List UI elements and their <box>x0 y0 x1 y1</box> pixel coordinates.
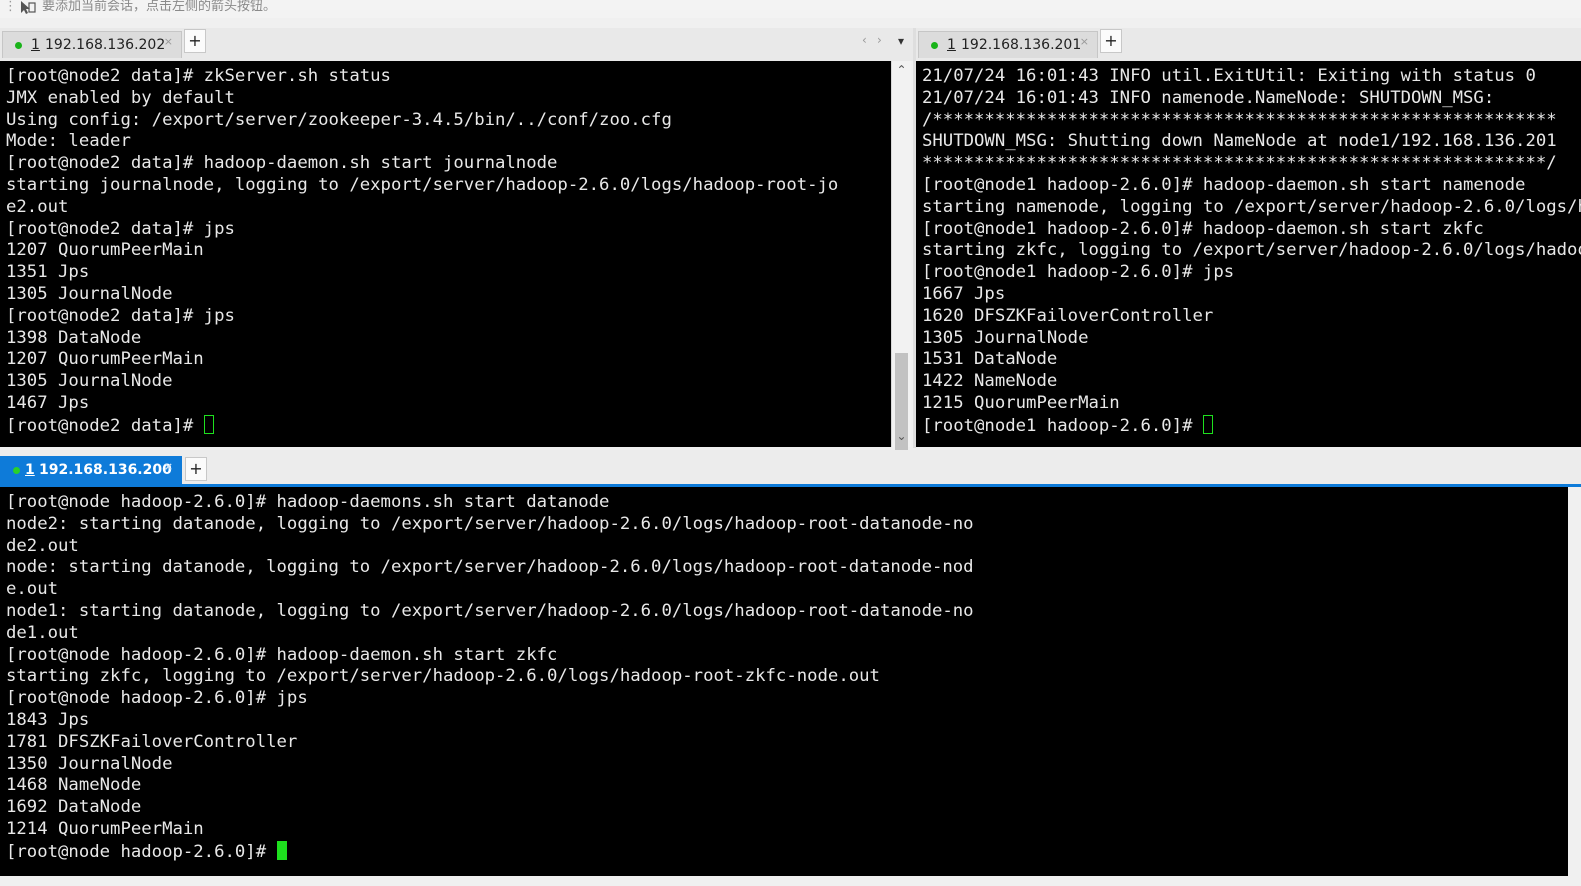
terminal-line: [root@node2 data]# zkServer.sh status <box>6 66 391 86</box>
tab-number: 1 <box>25 462 35 478</box>
prompt-text: [root@node hadoop-2.6.0]# <box>6 841 277 862</box>
terminal-line: 1843 Jps <box>6 709 90 730</box>
tabbar-top-left: 1 192.168.136.202 × + ‹ › ▾ <box>0 28 913 61</box>
terminal-line: Mode: leader <box>6 131 131 152</box>
tab-session-201[interactable]: 1 192.168.136.201 × <box>918 31 1098 58</box>
terminal-line: 21/07/24 16:01:43 INFO util.ExitUtil: Ex… <box>922 66 1536 86</box>
terminal-scrollbar[interactable]: ⌃ ⌄ <box>891 61 911 483</box>
prompt-text: [root@node1 hadoop-2.6.0]# <box>922 415 1203 436</box>
close-tab-icon[interactable]: × <box>1080 35 1089 48</box>
toolbar-grip-icon: ⋮ <box>4 0 17 14</box>
terminal-line: de2.out <box>6 535 79 556</box>
terminal-node1[interactable]: 21/07/24 16:01:43 INFO util.ExitUtil: Ex… <box>916 61 1581 447</box>
arrow-into-box-icon[interactable] <box>18 0 36 15</box>
terminal-line: 1667 Jps <box>922 283 1006 304</box>
terminal-cursor <box>1202 414 1213 434</box>
tab-host: 192.168.136.200 <box>39 462 172 478</box>
terminal-line: SHUTDOWN_MSG: Shutting down NameNode at … <box>922 131 1557 152</box>
chevron-up-icon[interactable]: ⌃ <box>892 63 911 77</box>
tab-scroll-right-icon[interactable]: › <box>877 33 882 47</box>
terminal-line: [root@node1 hadoop-2.6.0]# jps <box>922 262 1235 283</box>
terminal-line: node1: starting datanode, logging to /ex… <box>6 600 974 621</box>
session-status-dot-icon <box>931 42 938 49</box>
session-hint-bar: ⋮ 要添加当前会话，点击左侧的箭头按钮。 <box>0 0 1581 18</box>
terminal-line: [root@node2 data]# hadoop-daemon.sh star… <box>6 153 558 174</box>
terminal-line: [root@node2 data]# jps <box>6 305 235 326</box>
terminal-line: 1214 QuorumPeerMain <box>6 818 204 839</box>
terminal-line: 1692 DataNode <box>6 797 142 818</box>
close-tab-icon[interactable]: × <box>164 35 173 48</box>
terminal-line: /***************************************… <box>922 109 1557 130</box>
tab-host: 192.168.136.201 <box>961 37 1082 53</box>
terminal-line: JMX enabled by default <box>6 87 235 108</box>
terminal-line: de1.out <box>6 622 79 643</box>
terminal-line: [root@node1 hadoop-2.6.0]# hadoop-daemon… <box>922 218 1484 239</box>
terminal-node[interactable]: [root@node hadoop-2.6.0]# hadoop-daemons… <box>0 487 1568 876</box>
terminal-output: [root@node hadoop-2.6.0]# hadoop-daemons… <box>6 492 974 863</box>
terminal-line: 1305 JournalNode <box>6 283 173 304</box>
terminal-line: 1422 NameNode <box>922 371 1058 392</box>
terminal-line: 1398 DataNode <box>6 327 142 348</box>
tabbar-top-right: 1 192.168.136.201 × + <box>916 28 1581 61</box>
add-tab-button[interactable]: + <box>1100 29 1122 53</box>
terminal-line: e2.out <box>6 196 69 217</box>
terminal-line: starting zkfc, logging to /export/server… <box>922 240 1581 261</box>
terminal-line: starting journalnode, logging to /export… <box>6 174 839 195</box>
terminal-line: [root@node2 data]# jps <box>6 218 235 239</box>
hint-text: 要添加当前会话，点击左侧的箭头按钮。 <box>42 0 277 14</box>
terminal-node2[interactable]: [root@node2 data]# zkServer.sh status JMX… <box>0 61 891 447</box>
terminal-line: 1305 JournalNode <box>922 327 1089 348</box>
terminal-line: starting zkfc, logging to /export/server… <box>6 666 880 687</box>
tab-session-200[interactable]: 1 192.168.136.200 × <box>0 456 182 484</box>
terminal-line: 1531 DataNode <box>922 349 1058 370</box>
terminal-line: [root@node hadoop-2.6.0]# hadoop-daemons… <box>6 492 610 512</box>
terminal-line: 1620 DFSZKFailoverController <box>922 305 1214 326</box>
tab-host: 192.168.136.202 <box>45 37 166 53</box>
session-status-dot-icon <box>13 467 20 474</box>
terminal-line: 1305 JournalNode <box>6 371 173 392</box>
terminal-line: [root@node1 hadoop-2.6.0]# hadoop-daemon… <box>922 174 1526 195</box>
terminal-output: [root@node2 data]# zkServer.sh status JMX… <box>6 66 838 437</box>
terminal-line: 1350 JournalNode <box>6 753 173 774</box>
terminal-line: ****************************************… <box>922 153 1557 174</box>
terminal-line: [root@node hadoop-2.6.0]# hadoop-daemon.… <box>6 644 558 665</box>
terminal-line: 1215 QuorumPeerMain <box>922 392 1120 413</box>
terminal-cursor <box>276 840 287 860</box>
terminal-output: 21/07/24 16:01:43 INFO util.ExitUtil: Ex… <box>922 66 1581 437</box>
terminal-cursor <box>203 414 214 434</box>
tab-scroll-left-icon[interactable]: ‹ <box>862 33 867 47</box>
tab-list-menu-icon[interactable]: ▾ <box>898 34 904 48</box>
chevron-down-icon[interactable]: ⌄ <box>892 429 911 443</box>
tab-session-202[interactable]: 1 192.168.136.202 × <box>2 31 182 58</box>
close-tab-icon[interactable]: × <box>164 460 173 473</box>
terminal-line: 1781 DFSZKFailoverController <box>6 731 298 752</box>
terminal-line: 21/07/24 16:01:43 INFO namenode.NameNode… <box>922 87 1495 108</box>
terminal-line: e.out <box>6 579 59 600</box>
terminal-prompt-line[interactable]: [root@node1 hadoop-2.6.0]# <box>922 414 1581 437</box>
terminal-line: Using config: /export/server/zookeeper-3… <box>6 109 672 130</box>
prompt-text: [root@node2 data]# <box>6 415 204 436</box>
terminal-prompt-line[interactable]: [root@node2 data]# <box>6 414 838 437</box>
terminal-line: starting namenode, logging to /export/se… <box>922 196 1581 217</box>
session-status-dot-icon <box>15 42 22 49</box>
terminal-line: 1467 Jps <box>6 392 90 413</box>
add-tab-button[interactable]: + <box>185 457 207 481</box>
tab-number: 1 <box>31 37 40 53</box>
add-tab-button[interactable]: + <box>184 29 206 53</box>
terminal-line: node2: starting datanode, logging to /ex… <box>6 513 974 534</box>
tab-number: 1 <box>947 37 956 53</box>
terminal-line: 1351 Jps <box>6 262 90 283</box>
terminal-prompt-line[interactable]: [root@node hadoop-2.6.0]# <box>6 840 974 863</box>
terminal-line: 1468 NameNode <box>6 775 142 796</box>
terminal-line: node: starting datanode, logging to /exp… <box>6 557 974 578</box>
terminal-line: 1207 QuorumPeerMain <box>6 240 204 261</box>
terminal-line: 1207 QuorumPeerMain <box>6 349 204 370</box>
terminal-line: [root@node hadoop-2.6.0]# jps <box>6 688 308 709</box>
tabbar-bottom: 1 192.168.136.200 × + <box>0 450 1581 484</box>
